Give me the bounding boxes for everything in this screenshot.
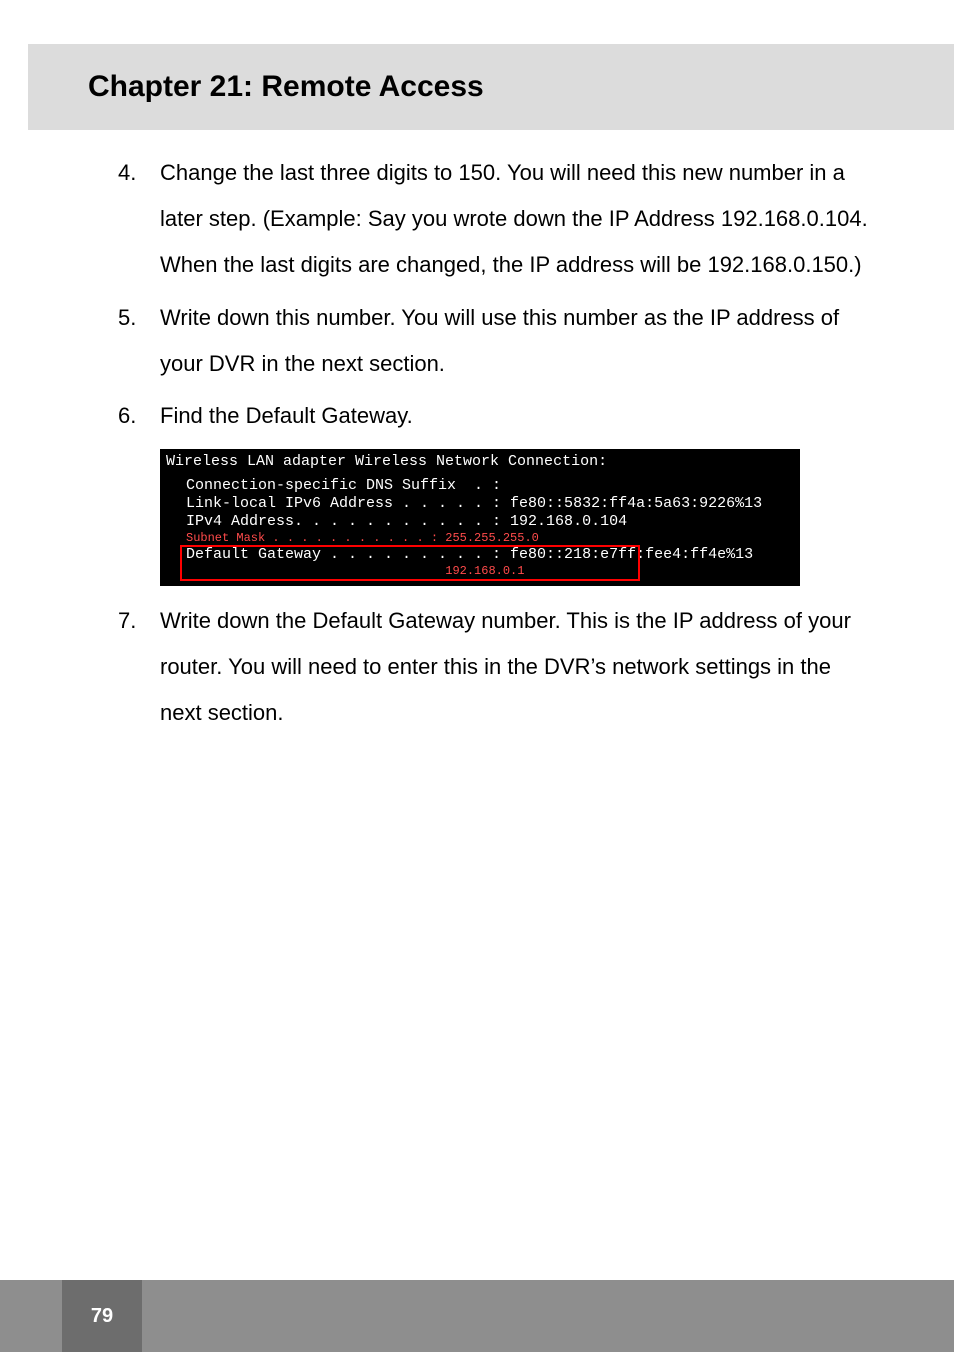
list-number: 5. (118, 295, 160, 387)
footer-band (0, 1280, 954, 1352)
terminal-line: IPv4 Address. . . . . . . . . . . : 192.… (186, 513, 794, 531)
terminal-output: Wireless LAN adapter Wireless Network Co… (160, 449, 800, 585)
terminal-line: Link-local IPv6 Address . . . . . : fe80… (186, 495, 794, 513)
terminal-subnet-line: Subnet Mask . . . . . . . . . . . : 255.… (186, 531, 794, 545)
list-number: 6. (118, 393, 160, 439)
list-number: 4. (118, 150, 160, 289)
terminal-line: Connection-specific DNS Suffix . : (186, 477, 794, 495)
terminal-gateway-line: Default Gateway . . . . . . . . . : fe80… (186, 546, 753, 564)
list-item: 5. Write down this number. You will use … (118, 295, 874, 387)
page-number: 79 (62, 1280, 142, 1352)
page: Chapter 21: Remote Access 4. Change the … (0, 0, 954, 1352)
chapter-title: Chapter 21: Remote Access (88, 70, 484, 104)
default-gateway-highlight: Default Gateway . . . . . . . . . : fe80… (166, 546, 753, 578)
terminal-gateway-ip: 192.168.0.1 (186, 564, 753, 578)
list-item: 6. Find the Default Gateway. (118, 393, 874, 439)
list-item: 7. Write down the Default Gateway number… (118, 598, 874, 737)
instruction-list-continued: 7. Write down the Default Gateway number… (118, 598, 874, 737)
list-text: Write down this number. You will use thi… (160, 295, 874, 387)
list-item: 4. Change the last three digits to 150. … (118, 150, 874, 289)
instruction-list: 4. Change the last three digits to 150. … (118, 150, 874, 439)
list-number: 7. (118, 598, 160, 737)
content-area: 4. Change the last three digits to 150. … (118, 150, 874, 742)
list-text: Write down the Default Gateway number. T… (160, 598, 874, 737)
chapter-header-band: Chapter 21: Remote Access (28, 44, 954, 130)
list-text: Change the last three digits to 150. You… (160, 150, 874, 289)
list-text: Find the Default Gateway. (160, 393, 874, 439)
terminal-header: Wireless LAN adapter Wireless Network Co… (166, 453, 794, 471)
